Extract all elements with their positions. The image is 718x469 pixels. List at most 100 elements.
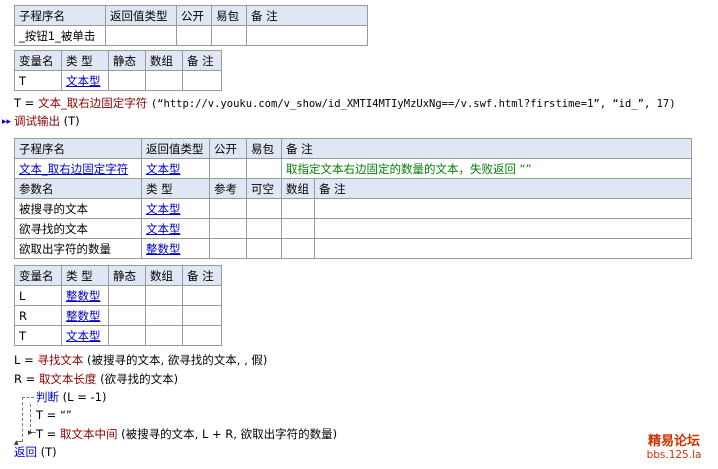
variable-name[interactable]: R [14, 305, 62, 326]
col-header: 公开 [176, 5, 212, 26]
param-type[interactable]: 整数型 [141, 238, 210, 259]
col-header: 类 型 [61, 50, 109, 71]
col-header: 备 注 [314, 178, 692, 199]
variable-type[interactable]: 整数型 [61, 305, 109, 326]
col-header: 易包 [246, 138, 282, 159]
static-cell[interactable] [108, 305, 146, 326]
remark-cell[interactable] [314, 218, 692, 239]
static-cell[interactable] [108, 325, 146, 346]
subroutine-table-1: 子程序名 返回值类型 公开 易包 备 注 _按钮1_被单击 [14, 5, 368, 46]
code-line-debug-output[interactable]: 调试输出 (T) [14, 114, 80, 128]
easy-pack-cell[interactable] [211, 25, 247, 46]
variable-name[interactable]: T [14, 325, 62, 346]
code-args: (被搜寻的文本, L + R, 欲取出字符的数量) [121, 427, 338, 441]
col-header: 易包 [211, 5, 247, 26]
array-cell[interactable] [145, 325, 183, 346]
col-header: 变量名 [14, 50, 62, 71]
col-header: 数组 [281, 178, 315, 199]
variable-type[interactable]: 整数型 [61, 285, 109, 306]
watermark-title: 精易论坛 [647, 434, 700, 449]
function-call[interactable]: 文本_取右边固定字符 [38, 96, 147, 110]
code-text: T = “” [36, 408, 72, 422]
variable-type[interactable]: 文本型 [61, 70, 109, 91]
remark-cell[interactable]: 取指定文本右边固定的数量的文本，失败返回 “” [281, 158, 692, 179]
public-cell[interactable] [176, 25, 212, 46]
code-args: (T) [40, 445, 57, 459]
flow-line [22, 397, 23, 442]
variable-name[interactable]: L [14, 285, 62, 306]
control-keyword[interactable]: 返回 [14, 445, 37, 459]
remark-cell[interactable] [182, 285, 222, 306]
col-header: 子程序名 [14, 138, 142, 159]
return-type-cell[interactable] [105, 25, 177, 46]
variable-table-1: 变量名 类 型 静态 数组 备 注 T 文本型 [14, 50, 222, 91]
code-args: (“http://v.youku.com/v_show/id_XMTI4MTIy… [150, 98, 676, 110]
remark-cell[interactable] [246, 25, 368, 46]
code-line-if[interactable]: 判断 (L = -1) [36, 390, 106, 404]
array-cell[interactable] [281, 198, 315, 219]
function-call[interactable]: 寻找文本 [37, 353, 83, 367]
col-header: 类 型 [61, 265, 109, 286]
array-cell[interactable] [145, 285, 183, 306]
return-type-cell[interactable]: 文本型 [141, 158, 210, 179]
col-header: 备 注 [246, 5, 368, 26]
col-header: 备 注 [182, 265, 222, 286]
col-header: 返回值类型 [141, 138, 210, 159]
remark-cell[interactable] [314, 238, 692, 259]
static-cell[interactable] [108, 285, 146, 306]
code-args: (被搜寻的文本, 欲寻找的文本, , 假) [87, 353, 268, 367]
ref-cell[interactable] [209, 198, 247, 219]
remark-cell[interactable] [182, 305, 222, 326]
param-type[interactable]: 文本型 [141, 218, 210, 239]
array-cell[interactable] [281, 218, 315, 239]
code-lhs: R = [14, 372, 39, 386]
param-name[interactable]: 欲寻找的文本 [14, 218, 142, 239]
remark-cell[interactable] [182, 325, 222, 346]
col-header: 参数名 [14, 178, 142, 199]
variable-name[interactable]: T [14, 70, 62, 91]
function-call[interactable]: 调试输出 [14, 114, 60, 128]
param-type[interactable]: 文本型 [141, 198, 210, 219]
code-lhs: L = [14, 353, 38, 367]
function-call[interactable]: 取文本长度 [39, 372, 97, 386]
param-name[interactable]: 被搜寻的文本 [14, 198, 142, 219]
ref-cell[interactable] [209, 238, 247, 259]
static-cell[interactable] [108, 70, 146, 91]
col-header: 类 型 [141, 178, 210, 199]
col-header: 备 注 [182, 50, 222, 71]
easy-pack-cell[interactable] [246, 158, 282, 179]
array-cell[interactable] [145, 305, 183, 326]
code-line-assign-t[interactable]: T = 文本_取右边固定字符 (“http://v.youku.com/v_sh… [14, 96, 676, 111]
col-header: 可空 [246, 178, 282, 199]
ref-cell[interactable] [209, 218, 247, 239]
current-line-arrow-icon: ▸▸ [2, 117, 12, 127]
nullable-cell[interactable] [246, 218, 282, 239]
public-cell[interactable] [209, 158, 247, 179]
nullable-cell[interactable] [246, 238, 282, 259]
code-args: (L = -1) [62, 390, 107, 404]
col-header: 参考 [209, 178, 247, 199]
param-name[interactable]: 欲取出字符的数量 [14, 238, 142, 259]
variable-type[interactable]: 文本型 [61, 325, 109, 346]
forum-watermark: 精易论坛 bbs.125.la [636, 430, 712, 461]
control-keyword[interactable]: 判断 [36, 390, 59, 404]
code-lhs: T = [36, 427, 60, 441]
code-line-return[interactable]: 返回 (T) [14, 445, 57, 459]
watermark-url: bbs.125.la [646, 449, 702, 461]
remark-cell[interactable] [182, 70, 222, 91]
subroutine-name[interactable]: 文本_取右边固定字符 [14, 158, 142, 179]
remark-cell[interactable] [314, 198, 692, 219]
function-call[interactable]: 取文本中间 [60, 427, 118, 441]
code-line-assign-empty[interactable]: T = “” [36, 408, 72, 422]
branch-arrow-icon: ▸ [28, 428, 33, 438]
subroutine-name[interactable]: _按钮1_被单击 [14, 25, 106, 46]
code-line-find-text[interactable]: L = 寻找文本 (被搜寻的文本, 欲寻找的文本, , 假) [14, 353, 267, 367]
code-line-mid-text[interactable]: T = 取文本中间 (被搜寻的文本, L + R, 欲取出字符的数量) [36, 427, 337, 441]
variable-table-2: 变量名 类 型 静态 数组 备 注 L 整数型 R 整数型 T 文本型 [14, 265, 222, 346]
array-cell[interactable] [145, 70, 183, 91]
nullable-cell[interactable] [246, 198, 282, 219]
code-line-text-length[interactable]: R = 取文本长度 (欲寻找的文本) [14, 372, 178, 386]
flow-line [22, 397, 34, 398]
array-cell[interactable] [281, 238, 315, 259]
subroutine-table-2: 子程序名 返回值类型 公开 易包 备 注 文本_取右边固定字符 文本型 取指定文… [14, 138, 692, 259]
